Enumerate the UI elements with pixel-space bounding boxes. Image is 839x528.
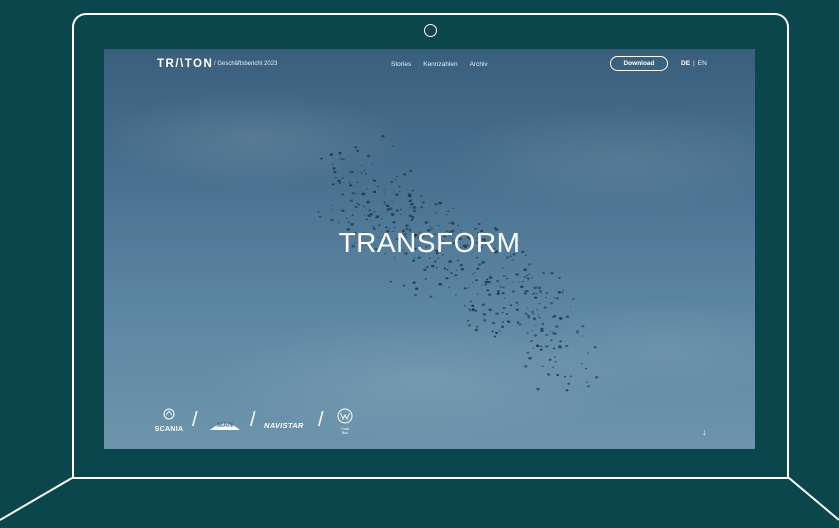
vw-icon [337, 408, 353, 424]
man-wordmark: MAN [217, 422, 233, 429]
scania-griffin-icon [163, 408, 175, 420]
nav-link-archiv[interactable]: Archiv [470, 61, 488, 68]
top-navigation: TR/\TON / Geschäftsbericht 2023 Stories … [104, 49, 755, 79]
vw-label-bus: Bus [341, 431, 349, 435]
traton-logo[interactable]: TR/\TON [157, 58, 213, 70]
brand-divider: / [192, 409, 198, 431]
nav-link-kennzahlen[interactable]: Kennzahlen [423, 61, 457, 68]
man-logo[interactable]: MAN [209, 417, 241, 431]
scania-wordmark: SCANIA [154, 426, 184, 433]
scania-logo[interactable]: SCANIA [152, 407, 186, 437]
report-subtitle: / Geschäftsbericht 2023 [214, 61, 278, 67]
nav-link-stories[interactable]: Stories [391, 61, 411, 68]
lang-separator: | [693, 60, 695, 67]
vw-truck-bus-logo[interactable]: Truck Bus [333, 407, 357, 443]
main-nav: Stories Kennzahlen Archiv [391, 61, 488, 68]
brand-divider: / [318, 409, 324, 431]
arrow-down-icon[interactable]: ↓ [702, 427, 707, 437]
website-screen: TR/\TON / Geschäftsbericht 2023 Stories … [104, 49, 755, 449]
webcam-icon [424, 24, 437, 37]
lang-en-link[interactable]: EN [698, 60, 707, 67]
navistar-logo[interactable]: NAVISTAR [264, 421, 304, 430]
hero-title: TRANSFORM [338, 227, 521, 258]
language-switcher: DE | EN [681, 60, 707, 67]
download-button[interactable]: Download [610, 56, 668, 71]
brand-divider: / [250, 409, 256, 431]
brand-logos: SCANIA / MAN / NAVISTAR / Truck Bus [152, 407, 372, 443]
lang-de-link[interactable]: DE [681, 60, 690, 67]
